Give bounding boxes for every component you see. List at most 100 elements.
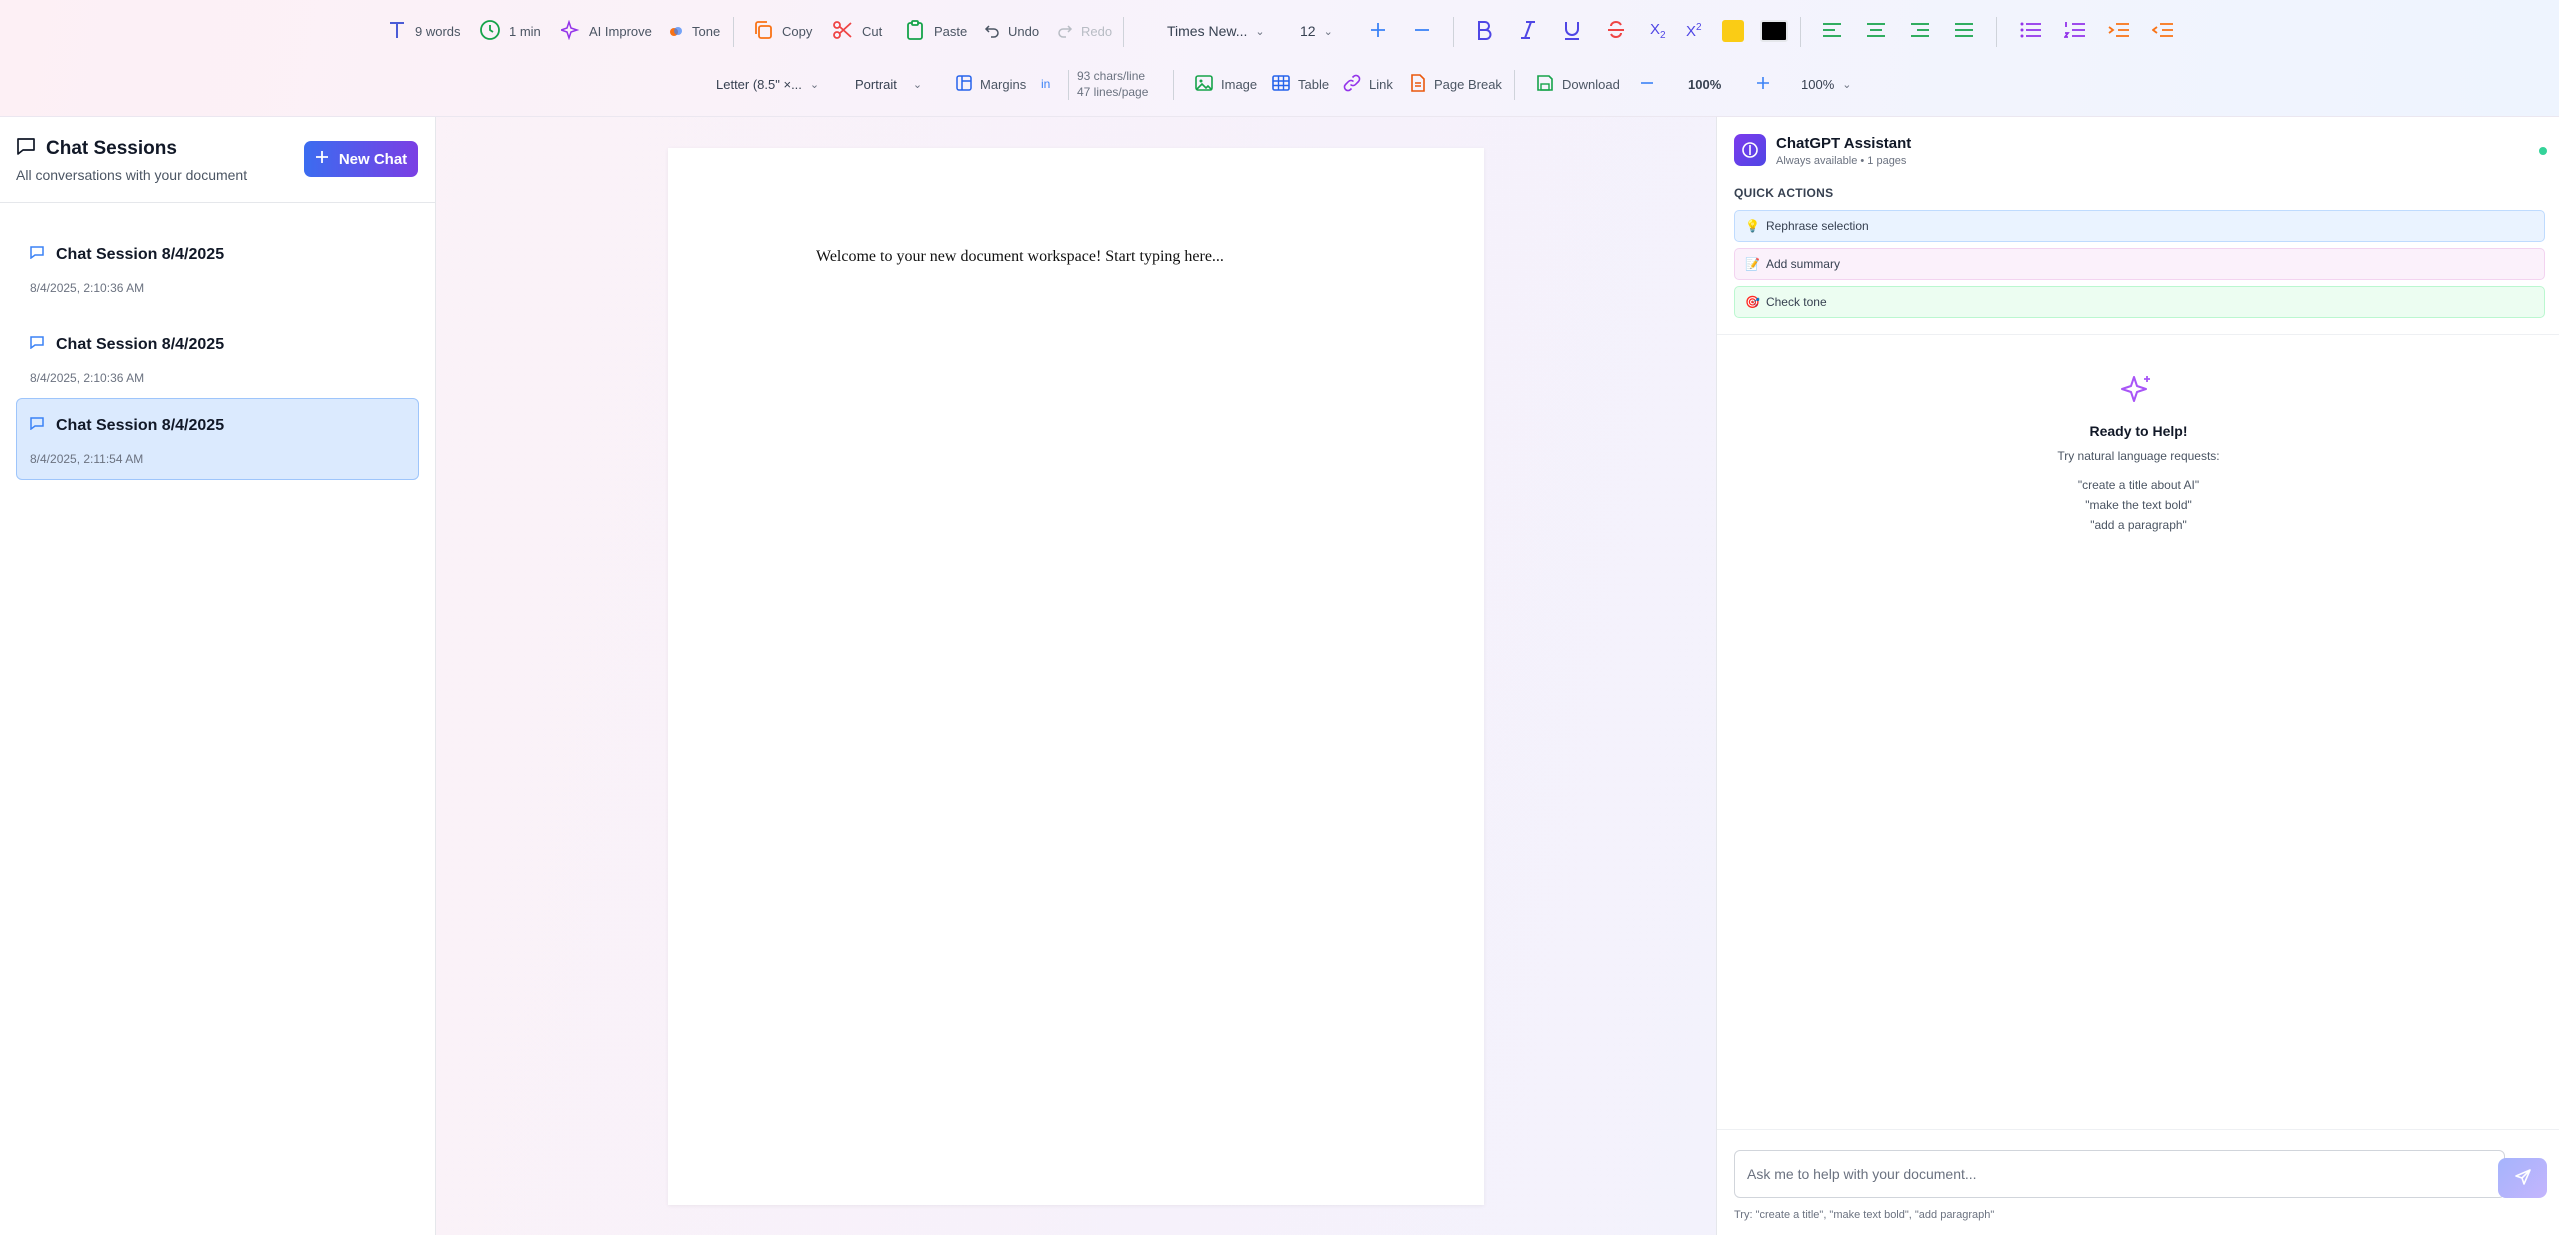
increase-font-button[interactable] xyxy=(1369,5,1387,57)
font-size-select[interactable]: 12 ⌄ xyxy=(1300,5,1333,57)
lines-per-page: 47 lines/page xyxy=(1077,85,1149,99)
superscript-button[interactable]: X2 xyxy=(1686,5,1702,57)
sparkles-icon xyxy=(558,19,581,43)
ai-improve-label: AI Improve xyxy=(589,23,652,39)
quick-action-summary[interactable]: 📝 Add summary xyxy=(1734,248,2545,280)
chat-session-title-text: Chat Session 8/4/2025 xyxy=(56,416,225,434)
insert-link-button[interactable]: Link xyxy=(1343,58,1393,110)
bold-button[interactable] xyxy=(1474,5,1494,57)
page-break-button[interactable]: Page Break xyxy=(1410,58,1502,110)
send-icon xyxy=(2514,1168,2532,1189)
quick-action-label: Add summary xyxy=(1765,257,1840,271)
italic-icon xyxy=(1518,19,1538,44)
underline-button[interactable] xyxy=(1562,5,1582,57)
ai-improve-button[interactable]: AI Improve xyxy=(558,5,652,57)
chat-session-title: Chat Session 8/4/2025 xyxy=(30,245,224,264)
outdent-button[interactable] xyxy=(2151,5,2174,57)
quick-actions-title: QUICK ACTIONS xyxy=(1734,186,1834,200)
plus-icon xyxy=(315,150,329,168)
new-chat-button[interactable]: New Chat xyxy=(304,141,418,177)
insert-table-button[interactable]: Table xyxy=(1272,58,1329,110)
tone-button[interactable]: Tone xyxy=(668,5,720,57)
unit-toggle[interactable]: in xyxy=(1041,58,1050,110)
read-time: 1 min xyxy=(479,5,541,57)
chat-hint: Try: "create a title", "make text bold",… xyxy=(1734,1209,1995,1221)
chevron-down-icon: ⌄ xyxy=(1842,78,1852,91)
sidebar-title-text: Chat Sessions xyxy=(46,138,177,159)
minus-icon xyxy=(1639,75,1655,94)
highlight-color-swatch[interactable] xyxy=(1722,20,1744,42)
insert-image-button[interactable]: Image xyxy=(1195,58,1257,110)
margins-button[interactable]: Margins xyxy=(956,58,1026,110)
download-label: Download xyxy=(1562,76,1620,92)
editor-toolbar: 9 words 1 min AI Improve Tone Copy Cut P… xyxy=(0,0,2559,117)
ready-subtitle: Try natural language requests: xyxy=(2057,449,2220,463)
quick-action-tone[interactable]: 🎯 Check tone xyxy=(1734,286,2545,318)
paste-button[interactable]: Paste xyxy=(904,5,967,57)
redo-icon xyxy=(1057,22,1073,41)
zoom-select-value: 100% xyxy=(1801,76,1835,92)
download-button[interactable]: Download xyxy=(1536,58,1620,110)
clock-icon xyxy=(479,19,501,44)
zoom-out-button[interactable] xyxy=(1639,58,1655,110)
align-right-icon xyxy=(1910,22,1930,41)
undo-icon xyxy=(984,22,1000,41)
chat-input[interactable] xyxy=(1734,1150,2505,1198)
layout-icon xyxy=(956,74,972,94)
page-size-select[interactable]: Letter (8.5" ×... ⌄ xyxy=(716,58,819,110)
chat-session-item-active[interactable]: Chat Session 8/4/2025 8/4/2025, 2:11:54 … xyxy=(16,398,419,480)
cut-label: Cut xyxy=(862,23,883,39)
decrease-font-button[interactable] xyxy=(1413,5,1431,57)
document-page[interactable]: Welcome to your new document workspace! … xyxy=(668,148,1484,1205)
sidebar-header: Chat Sessions All conversations with you… xyxy=(0,117,436,203)
orientation-value: Portrait xyxy=(855,76,897,92)
page-metrics: 93 chars/line 47 lines/page xyxy=(1077,68,1148,100)
chat-session-title: Chat Session 8/4/2025 xyxy=(30,335,224,354)
new-chat-label: New Chat xyxy=(338,150,408,168)
sidebar-title: Chat Sessions xyxy=(16,136,177,162)
copy-icon xyxy=(752,19,774,44)
indent-button[interactable] xyxy=(2108,5,2130,57)
table-label: Table xyxy=(1298,76,1330,92)
clipboard-icon xyxy=(904,19,926,44)
save-icon xyxy=(1536,74,1554,95)
copy-button[interactable]: Copy xyxy=(752,5,812,57)
sparkles-icon xyxy=(2120,373,2154,412)
italic-button[interactable] xyxy=(1518,5,1538,57)
document-text[interactable]: Welcome to your new document workspace! … xyxy=(816,248,1224,266)
zoom-select[interactable]: 100% ⌄ xyxy=(1801,58,1851,110)
text-color-swatch[interactable] xyxy=(1760,20,1788,42)
chevron-down-icon: ⌄ xyxy=(1323,25,1333,38)
redo-label: Redo xyxy=(1081,23,1113,39)
redo-button[interactable]: Redo xyxy=(1057,5,1112,57)
paste-label: Paste xyxy=(934,23,968,39)
zoom-in-button[interactable] xyxy=(1755,58,1771,110)
subscript-button[interactable]: X2 xyxy=(1650,5,1666,57)
chat-session-item[interactable]: Chat Session 8/4/2025 8/4/2025, 2:10:36 … xyxy=(16,317,419,399)
quick-action-rephrase[interactable]: 💡 Rephrase selection xyxy=(1734,210,2545,242)
chevron-down-icon: ⌄ xyxy=(1255,25,1265,38)
align-right-button[interactable] xyxy=(1910,5,1930,57)
toolbar-row-primary: 9 words 1 min AI Improve Tone Copy Cut P… xyxy=(0,5,2559,57)
toolbar-divider xyxy=(1453,17,1454,47)
undo-button[interactable]: Undo xyxy=(984,5,1039,57)
toolbar-divider xyxy=(1996,17,1997,47)
align-center-button[interactable] xyxy=(1866,5,1886,57)
align-left-button[interactable] xyxy=(1822,5,1842,57)
orientation-select[interactable]: Portrait ⌄ xyxy=(855,58,922,110)
justify-button[interactable] xyxy=(1954,5,1974,57)
align-justify-icon xyxy=(1954,22,1974,41)
file-icon xyxy=(1410,73,1426,95)
chat-session-title-text: Chat Session 8/4/2025 xyxy=(56,335,225,353)
chat-session-time: 8/4/2025, 2:10:36 AM xyxy=(30,281,145,295)
cut-button[interactable]: Cut xyxy=(832,5,882,57)
font-family-select[interactable]: Times New... ⌄ xyxy=(1167,5,1265,57)
chat-session-item[interactable]: Chat Session 8/4/2025 8/4/2025, 2:10:36 … xyxy=(16,227,419,309)
numbered-list-button[interactable] xyxy=(2063,5,2086,57)
bullet-list-button[interactable] xyxy=(2020,5,2042,57)
image-icon xyxy=(1195,74,1213,95)
minus-icon xyxy=(1413,21,1431,42)
send-button[interactable] xyxy=(2498,1158,2547,1198)
strikethrough-button[interactable] xyxy=(1606,5,1626,57)
chat-sessions-sidebar: Chat Sessions All conversations with you… xyxy=(0,117,436,1235)
